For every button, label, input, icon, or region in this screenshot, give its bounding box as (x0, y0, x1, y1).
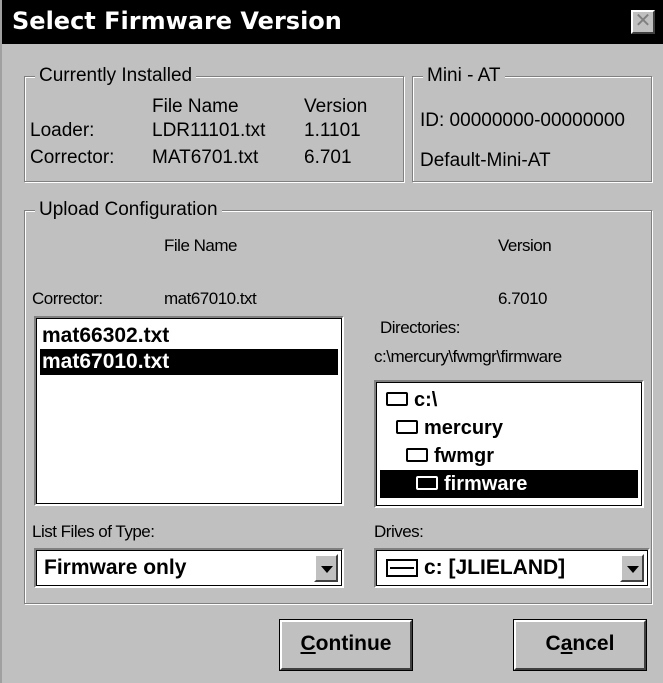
chevron-down-icon[interactable] (620, 554, 644, 582)
loader-file: LDR11101.txt (152, 120, 266, 141)
directory-item-label: fwmgr (434, 445, 494, 467)
window-title: Select Firmware Version (12, 7, 342, 35)
close-icon: ✕ (634, 10, 652, 32)
file-type-label: List Files of Type: (32, 522, 155, 541)
file-list-item[interactable]: mat66302.txt (40, 323, 338, 349)
upload-corrector-file: mat67010.txt (164, 289, 257, 308)
title-bar: Select Firmware Version ✕ (2, 0, 663, 44)
file-type-value: Firmware only (44, 556, 187, 579)
corrector-label: Corrector: (30, 147, 115, 168)
installed-version-header: Version (304, 96, 368, 117)
cancel-mnemonic: a (560, 632, 573, 655)
corrector-file: MAT6701.txt (152, 147, 259, 168)
directory-item-firmware[interactable]: firmware (380, 470, 638, 498)
directory-path: c:\mercury\fwmgr\firmware (374, 347, 562, 366)
cancel-button[interactable]: Cancel (513, 619, 647, 671)
directory-item-mercury[interactable]: mercury (396, 414, 503, 442)
directories-label: Directories: (380, 318, 460, 337)
cancel-label: ncel (572, 632, 615, 655)
open-folder-icon (396, 419, 418, 434)
file-list-item-selected[interactable]: mat67010.txt (40, 349, 338, 375)
directory-item-label: firmware (444, 473, 528, 495)
corrector-version: 6.701 (304, 147, 352, 168)
cancel-label-pre: C (545, 632, 561, 655)
directory-item-fwmgr[interactable]: fwmgr (406, 442, 494, 470)
upload-corrector-label: Corrector: (32, 289, 103, 308)
loader-version: 1.1101 (304, 120, 361, 141)
installed-file-name-header: File Name (152, 96, 239, 117)
open-folder-icon (416, 475, 438, 490)
open-folder-icon (406, 447, 428, 462)
upload-corrector-version: 6.7010 (498, 289, 548, 308)
directory-item-label: mercury (424, 417, 503, 439)
drive-select[interactable]: c: [JLIELAND] (374, 548, 650, 588)
file-type-select[interactable]: Firmware only (34, 548, 344, 588)
continue-label: ontinue (315, 632, 392, 655)
select-firmware-dialog: Select Firmware Version ✕ Currently Inst… (0, 0, 663, 683)
device-id: ID: 00000000-00000000 (420, 110, 625, 131)
open-folder-icon (386, 391, 408, 406)
close-button[interactable]: ✕ (631, 10, 655, 34)
directory-item-label: c:\ (414, 389, 438, 411)
currently-installed-legend: Currently Installed (35, 64, 197, 88)
continue-button[interactable]: Continue (279, 619, 413, 671)
drive-value: c: [JLIELAND] (424, 556, 566, 579)
drives-label: Drives: (374, 522, 424, 541)
file-list[interactable]: mat66302.txt mat67010.txt (34, 316, 344, 506)
upload-configuration-legend: Upload Configuration (35, 198, 222, 222)
chevron-down-icon[interactable] (314, 554, 338, 582)
device-name: Default-Mini-AT (420, 150, 551, 171)
directory-tree[interactable]: c:\ mercury fwmgr firmware (374, 380, 644, 508)
upload-version-header: Version (498, 236, 552, 255)
continue-mnemonic: C (300, 632, 316, 655)
upload-file-name-header: File Name (164, 236, 237, 255)
directory-item-root[interactable]: c:\ (386, 386, 437, 414)
loader-label: Loader: (30, 120, 95, 141)
device-legend: Mini - AT (423, 64, 505, 88)
drive-icon (386, 559, 418, 577)
